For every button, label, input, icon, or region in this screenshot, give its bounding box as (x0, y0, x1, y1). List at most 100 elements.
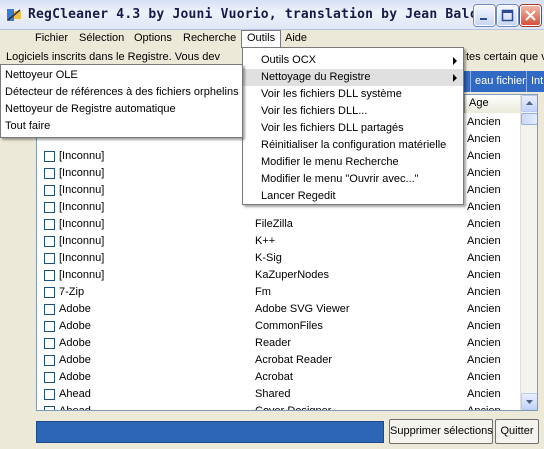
close-button[interactable] (520, 5, 541, 26)
menu-aide[interactable]: Aide (280, 30, 312, 47)
cell-age: Ancien (467, 184, 501, 196)
row-checkbox[interactable] (44, 321, 55, 332)
cell-application: Acrobat Reader (255, 354, 333, 366)
menu-item-tout-faire[interactable]: Tout faire (1, 118, 242, 135)
menu-item-dll-systeme[interactable]: Voir les fichiers DLL système (243, 86, 463, 103)
row-checkbox[interactable] (44, 236, 55, 247)
cell-name: [Inconnu] (59, 184, 105, 196)
cell-age: Ancien (467, 150, 501, 162)
cell-age: Ancien (467, 252, 501, 264)
menu-item-reinit-materiel[interactable]: Réinitialiser la configuration matériell… (243, 137, 463, 154)
menu-item-dll-partages[interactable]: Voir les fichiers DLL partagés (243, 120, 463, 137)
minimize-button[interactable] (474, 5, 495, 26)
cell-application: Adobe SVG Viewer (255, 303, 350, 315)
row-checkbox[interactable] (44, 389, 55, 400)
quit-button[interactable]: Quitter (495, 419, 539, 444)
row-checkbox[interactable] (44, 304, 55, 315)
cell-age: Ancien (467, 405, 501, 411)
menu-item-detecteur-orphelins[interactable]: Détecteur de références à des fichiers o… (1, 84, 242, 101)
menu-fichier[interactable]: Fichier (30, 30, 73, 47)
menu-item-modifier-recherche[interactable]: Modifier le menu Recherche (243, 154, 463, 171)
menu-item-label: Modifier le menu "Ouvrir avec..." (261, 173, 419, 185)
cell-name: [Inconnu] (59, 252, 105, 264)
scroll-down-button[interactable] (521, 393, 537, 410)
cell-age: Ancien (467, 303, 501, 315)
menu-item-outils-ocx[interactable]: Outils OCX (243, 52, 463, 69)
cell-name: [Inconnu] (59, 167, 105, 179)
row-checkbox[interactable] (44, 168, 55, 179)
menu-item-nettoyage-registre[interactable]: Nettoyage du Registre (243, 69, 463, 86)
table-row[interactable]: Adobe Acrobat Ancien (37, 369, 517, 386)
title-bar[interactable]: RegCleaner 4.3 by Jouni Vuorio, translat… (0, 0, 544, 30)
cell-age: Ancien (467, 388, 501, 400)
cell-age: Ancien (467, 354, 501, 366)
maximize-icon (501, 9, 514, 22)
table-row[interactable]: Adobe Reader Ancien (37, 335, 517, 352)
row-checkbox[interactable] (44, 151, 55, 162)
delete-selection-button[interactable]: Supprimer sélections (389, 419, 493, 444)
cell-application: Cover Designer (255, 405, 332, 411)
menu-selection[interactable]: Sélection (74, 30, 129, 47)
menu-item-label: Lancer Regedit (261, 190, 336, 202)
tab-nouveau-fichier[interactable]: eau fichier (470, 71, 530, 92)
menu-recherche[interactable]: Recherche (178, 30, 241, 47)
table-row[interactable]: Ahead Cover Designer Ancien (37, 403, 517, 411)
row-checkbox[interactable] (44, 287, 55, 298)
row-checkbox[interactable] (44, 338, 55, 349)
info-text-continued: tes certain que v (466, 51, 544, 63)
row-checkbox[interactable] (44, 219, 55, 230)
cell-application: K-Sig (255, 252, 282, 264)
vertical-scrollbar[interactable] (520, 95, 537, 410)
table-row[interactable]: Ahead Shared Ancien (37, 386, 517, 403)
table-row[interactable]: [Inconnu] KaZuperNodes Ancien (37, 267, 517, 284)
row-checkbox[interactable] (44, 355, 55, 366)
cell-age: Ancien (467, 269, 501, 281)
menu-outils[interactable]: Outils (241, 30, 282, 48)
row-checkbox[interactable] (44, 202, 55, 213)
cell-application: KaZuperNodes (255, 269, 329, 281)
row-checkbox[interactable] (44, 406, 55, 410)
menu-item-dll[interactable]: Voir les fichiers DLL... (243, 103, 463, 120)
scroll-up-icon (526, 101, 533, 105)
table-row[interactable]: 7-Zip Fm Ancien (37, 284, 517, 301)
table-row[interactable]: [Inconnu] K-Sig Ancien (37, 250, 517, 267)
row-checkbox[interactable] (44, 185, 55, 196)
table-row[interactable]: [Inconnu] FileZilla Ancien (37, 216, 517, 233)
tab-int[interactable]: Int (526, 71, 544, 92)
scroll-thumb[interactable] (521, 113, 537, 125)
menu-item-lancer-regedit[interactable]: Lancer Regedit (243, 188, 463, 205)
table-row[interactable]: Adobe Acrobat Reader Ancien (37, 352, 517, 369)
menu-item-label: Nettoyeur OLE (5, 69, 78, 81)
cell-name: [Inconnu] (59, 218, 105, 230)
menu-item-nettoyeur-auto[interactable]: Nettoyeur de Registre automatique (1, 101, 242, 118)
outils-dropdown-menu: Outils OCX Nettoyage du Registre Voir le… (242, 47, 464, 205)
menu-item-label: Outils OCX (261, 54, 317, 66)
submenu-arrow-icon (453, 74, 457, 82)
cell-name: [Inconnu] (59, 269, 105, 281)
cell-name: 7-Zip (59, 286, 85, 298)
cell-age: Ancien (467, 286, 501, 298)
table-row[interactable]: Adobe CommonFiles Ancien (37, 318, 517, 335)
menu-item-label: Modifier le menu Recherche (261, 156, 399, 168)
menu-options[interactable]: Options (129, 30, 177, 47)
row-checkbox[interactable] (44, 270, 55, 281)
menu-item-label: Voir les fichiers DLL... (261, 105, 368, 117)
cell-name: Adobe (59, 320, 91, 332)
cell-name: [Inconnu] (59, 201, 105, 213)
row-checkbox[interactable] (44, 372, 55, 383)
menu-item-nettoyeur-ole[interactable]: Nettoyeur OLE (1, 67, 242, 84)
cell-application: CommonFiles (255, 320, 323, 332)
scroll-up-button[interactable] (521, 95, 537, 112)
maximize-button[interactable] (497, 5, 518, 26)
cell-application: Reader (255, 337, 292, 349)
menu-item-modifier-ouvrir-avec[interactable]: Modifier le menu "Ouvrir avec..." (243, 171, 463, 188)
column-header-age[interactable]: Age (465, 95, 521, 113)
cell-application: Shared (255, 388, 291, 400)
table-row[interactable]: [Inconnu] K++ Ancien (37, 233, 517, 250)
row-checkbox[interactable] (44, 253, 55, 264)
minimize-icon (480, 18, 487, 20)
window-title: RegCleaner 4.3 by Jouni Vuorio, translat… (28, 7, 518, 22)
table-row[interactable]: Adobe Adobe SVG Viewer Ancien (37, 301, 517, 318)
menu-item-label: Nettoyeur de Registre automatique (5, 103, 176, 115)
close-icon (525, 10, 536, 21)
